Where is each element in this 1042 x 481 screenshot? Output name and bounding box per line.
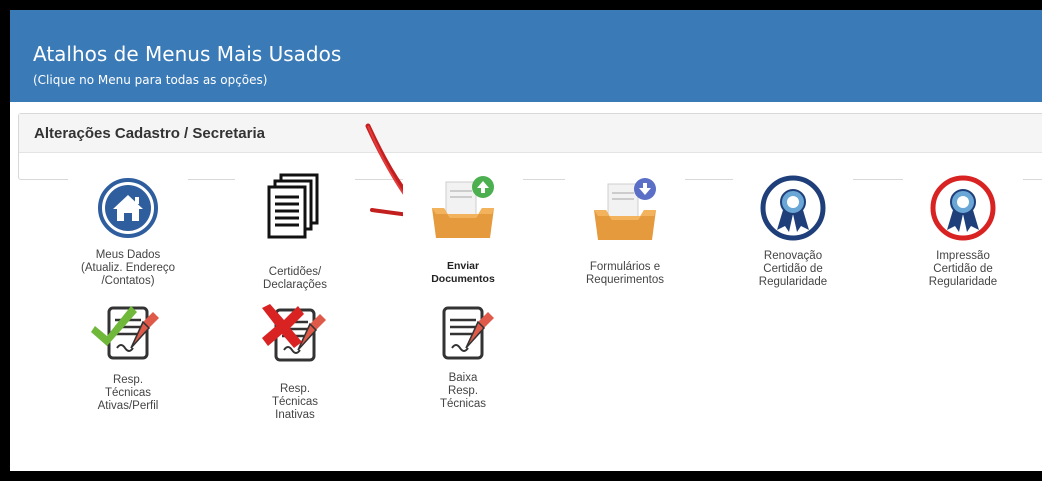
shortcut-certidoes[interactable]: Certidões/Declarações [235, 170, 355, 300]
shortcut-label: Impressão Certidão de Regularidade [928, 250, 998, 288]
screenshot-frame: Atalhos de Menus Mais Usados (Clique no … [0, 0, 1042, 481]
shortcut-formularios[interactable]: Formulários e Requerimentos [565, 170, 685, 300]
shortcut-renovacao-certidao[interactable]: Renovação Certidão de Regularidade [733, 170, 853, 300]
page-title: Atalhos de Menus Mais Usados [33, 42, 342, 66]
ribbon-badge-icon [760, 175, 826, 241]
shortcut-baixa-resp-tecnicas[interactable]: Baixa Resp. Técnicas [403, 300, 523, 440]
contract-icon [442, 306, 494, 360]
shortcut-label: Enviar Documentos [431, 260, 495, 285]
upload-tray-icon [432, 176, 494, 238]
shortcut-meus-dados[interactable]: Meus Dados (Atualiz. Endereço/Contatos) [68, 170, 188, 300]
page-header: Atalhos de Menus Mais Usados (Clique no … [10, 10, 1042, 102]
download-tray-icon [594, 178, 656, 240]
shortcut-label: Certidões/Declarações [263, 266, 327, 291]
panel-title: Alterações Cadastro / Secretaria [34, 125, 265, 142]
shortcut-enviar-documentos[interactable]: Enviar Documentos [403, 170, 523, 300]
shortcut-label: Renovação Certidão de Regularidade [758, 250, 828, 288]
shortcut-label: Meus Dados (Atualiz. Endereço/Contatos) [81, 249, 175, 287]
ribbon-badge-red-icon [930, 175, 996, 241]
shortcut-impressao-certidao[interactable]: Impressão Certidão de Regularidade [903, 170, 1023, 300]
page-subtitle: (Clique no Menu para todas as opções) [33, 73, 268, 87]
shortcut-label: Resp. Técnicas Ativas/Perfil [97, 374, 159, 412]
page: Atalhos de Menus Mais Usados (Clique no … [10, 10, 1042, 471]
panel-header: Alterações Cadastro / Secretaria [19, 114, 1042, 153]
contract-x-icon [262, 304, 326, 362]
documents-icon [267, 173, 319, 239]
shortcut-label: Formulários e Requerimentos [586, 261, 664, 286]
shortcut-resp-tecnicas-inativas[interactable]: Resp. Técnicas Inativas [235, 300, 355, 440]
shortcut-label: Resp. Técnicas Inativas [271, 383, 319, 421]
shortcut-resp-tecnicas-ativas[interactable]: Resp. Técnicas Ativas/Perfil [68, 300, 188, 440]
home-icon [98, 178, 158, 238]
contract-check-icon [91, 306, 159, 360]
shortcut-label: Baixa Resp. Técnicas [439, 372, 487, 410]
